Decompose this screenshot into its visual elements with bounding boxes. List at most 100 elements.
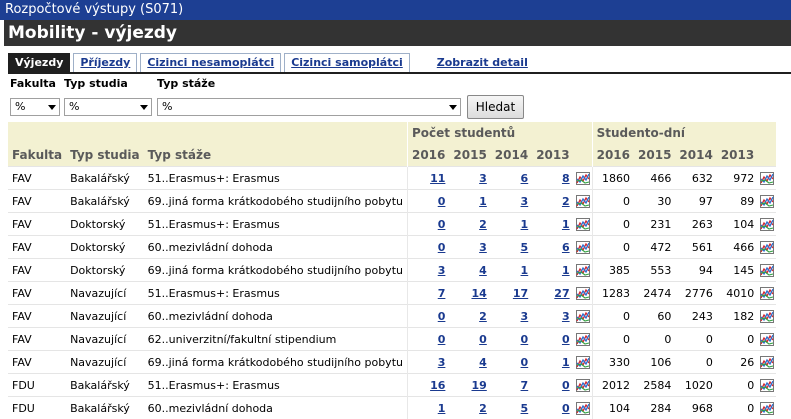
students-count-link[interactable]: 1 — [521, 264, 529, 277]
chart-icon[interactable] — [760, 217, 774, 230]
students-count-link[interactable]: 0 — [521, 356, 529, 369]
typ-staze-select[interactable]: % — [157, 98, 461, 116]
cell-fakulta: FDU — [8, 374, 66, 397]
chart-icon[interactable] — [576, 240, 590, 253]
chart-icon[interactable] — [760, 378, 774, 391]
students-chart-button[interactable] — [574, 351, 593, 374]
students-count-link[interactable]: 1 — [479, 195, 487, 208]
days-chart-button[interactable] — [758, 351, 776, 374]
students-count-link[interactable]: 8 — [562, 172, 570, 185]
students-count-link[interactable]: 0 — [562, 333, 570, 346]
students-count-link[interactable]: 6 — [521, 172, 529, 185]
chart-icon[interactable] — [760, 194, 774, 207]
students-chart-button[interactable] — [574, 305, 593, 328]
chart-icon[interactable] — [576, 217, 590, 230]
days-chart-button[interactable] — [758, 167, 776, 190]
students-count-link[interactable]: 2 — [562, 195, 570, 208]
chart-icon[interactable] — [760, 286, 774, 299]
students-count-link[interactable]: 1 — [562, 356, 570, 369]
typ-studia-select[interactable]: % — [64, 98, 152, 116]
search-button[interactable]: Hledat — [467, 95, 524, 119]
students-chart-button[interactable] — [574, 282, 593, 305]
table-row: FDUBakalářský60..mezivládní dohoda125010… — [8, 397, 776, 419]
cell-students-count: 1 — [532, 351, 573, 374]
students-count-link[interactable]: 4 — [479, 264, 487, 277]
chart-icon[interactable] — [760, 171, 774, 184]
students-count-link[interactable]: 19 — [471, 379, 486, 392]
days-chart-button[interactable] — [758, 328, 776, 351]
show-detail-link[interactable]: Zobrazit detail — [431, 54, 534, 72]
chart-icon[interactable] — [576, 401, 590, 414]
days-chart-button[interactable] — [758, 236, 776, 259]
students-chart-button[interactable] — [574, 190, 593, 213]
students-count-link[interactable]: 3 — [438, 264, 446, 277]
students-count-link[interactable]: 14 — [471, 287, 486, 300]
students-count-link[interactable]: 3 — [521, 195, 529, 208]
tab-cizinci-samoplatci[interactable]: Cizinci samoplátci — [284, 53, 410, 72]
chart-icon[interactable] — [576, 171, 590, 184]
students-count-link[interactable]: 3 — [562, 310, 570, 323]
chart-icon[interactable] — [576, 378, 590, 391]
chart-icon[interactable] — [576, 286, 590, 299]
tab-cizinci-nesamoplatci[interactable]: Cizinci nesamoplátci — [140, 53, 281, 72]
students-count-link[interactable]: 0 — [521, 333, 529, 346]
fakulta-select[interactable]: % — [10, 98, 60, 116]
students-chart-button[interactable] — [574, 259, 593, 282]
students-count-link[interactable]: 7 — [521, 379, 529, 392]
students-count-link[interactable]: 2 — [479, 218, 487, 231]
students-chart-button[interactable] — [574, 374, 593, 397]
days-chart-button[interactable] — [758, 305, 776, 328]
students-count-link[interactable]: 0 — [438, 310, 446, 323]
students-count-link[interactable]: 3 — [438, 356, 446, 369]
days-chart-button[interactable] — [758, 282, 776, 305]
students-count-link[interactable]: 0 — [438, 195, 446, 208]
students-count-link[interactable]: 3 — [521, 310, 529, 323]
tab-vyjezdy[interactable]: Výjezdy — [8, 53, 70, 72]
students-count-link[interactable]: 11 — [430, 172, 445, 185]
chart-icon[interactable] — [760, 355, 774, 368]
students-count-link[interactable]: 5 — [521, 241, 529, 254]
students-count-link[interactable]: 17 — [513, 287, 528, 300]
students-count-link[interactable]: 16 — [430, 379, 445, 392]
students-count-link[interactable]: 0 — [438, 241, 446, 254]
students-count-link[interactable]: 2 — [479, 310, 487, 323]
tab-prijezdy[interactable]: Příjezdy — [73, 53, 137, 72]
students-chart-button[interactable] — [574, 397, 593, 419]
students-chart-button[interactable] — [574, 236, 593, 259]
chart-icon[interactable] — [576, 309, 590, 322]
students-count-link[interactable]: 0 — [562, 379, 570, 392]
chart-icon[interactable] — [576, 332, 590, 345]
students-count-link[interactable]: 27 — [554, 287, 569, 300]
chart-icon[interactable] — [760, 332, 774, 345]
chart-icon[interactable] — [576, 263, 590, 276]
days-chart-button[interactable] — [758, 190, 776, 213]
mobility-table: Počet studentů Studento-dní Fakulta Typ … — [8, 122, 776, 419]
chart-icon[interactable] — [760, 401, 774, 414]
days-chart-button[interactable] — [758, 397, 776, 419]
students-count-link[interactable]: 7 — [438, 287, 446, 300]
chart-icon[interactable] — [760, 240, 774, 253]
chart-icon[interactable] — [576, 355, 590, 368]
students-chart-button[interactable] — [574, 213, 593, 236]
students-count-link[interactable]: 3 — [479, 241, 487, 254]
days-chart-button[interactable] — [758, 213, 776, 236]
chart-icon[interactable] — [576, 194, 590, 207]
days-chart-button[interactable] — [758, 374, 776, 397]
cell-typ-studia: Navazující — [66, 328, 144, 351]
students-count-link[interactable]: 4 — [479, 356, 487, 369]
students-count-link[interactable]: 0 — [479, 333, 487, 346]
students-count-link[interactable]: 6 — [562, 241, 570, 254]
students-count-link[interactable]: 1 — [562, 218, 570, 231]
chart-icon[interactable] — [760, 263, 774, 276]
cell-student-days: 968 — [675, 397, 716, 419]
students-count-link[interactable]: 1 — [521, 218, 529, 231]
students-chart-button[interactable] — [574, 167, 593, 190]
days-chart-button[interactable] — [758, 259, 776, 282]
cell-students-count: 0 — [449, 328, 490, 351]
chart-icon[interactable] — [760, 309, 774, 322]
students-count-link[interactable]: 3 — [479, 172, 487, 185]
students-count-link[interactable]: 0 — [438, 333, 446, 346]
students-count-link[interactable]: 0 — [438, 218, 446, 231]
students-count-link[interactable]: 1 — [562, 264, 570, 277]
students-chart-button[interactable] — [574, 328, 593, 351]
